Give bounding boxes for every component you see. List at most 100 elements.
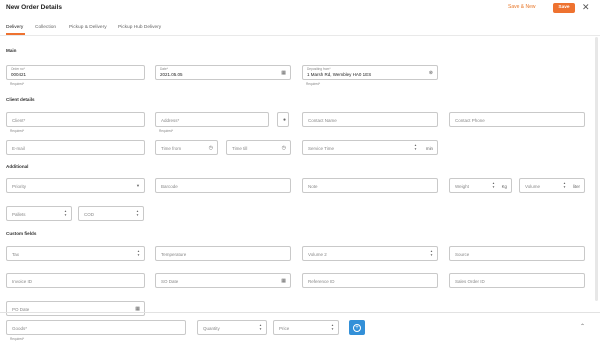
depot-helper: Required* [306, 82, 321, 86]
quantity-field[interactable]: Quantity ▲ ▼ [197, 320, 267, 335]
stepper-icon[interactable]: ▲ ▼ [137, 249, 140, 257]
tax-field[interactable]: Tax ▲ ▼ [6, 246, 145, 261]
stepper-icon[interactable]: ▲ ▼ [563, 181, 566, 189]
save-and-new-button[interactable]: Save & New [508, 4, 536, 10]
chevron-up-icon[interactable]: ⌃ [580, 323, 585, 330]
footer-divider [0, 312, 600, 313]
depot-field[interactable]: Depositing from* 1 Marsh Rd, Wembley HA0… [302, 65, 438, 80]
volume-2-field[interactable]: Volume 2 ▲ ▼ [302, 246, 438, 261]
stepper-icon[interactable]: ▲ ▼ [136, 209, 139, 217]
stepper-icon[interactable]: ▲ ▼ [331, 323, 334, 331]
volume-placeholder: Volume [525, 183, 541, 189]
priority-placeholder: Priority [12, 183, 27, 189]
time-from-placeholder: Time from [161, 145, 182, 151]
stepper-icon[interactable]: ▲ ▼ [430, 249, 433, 257]
weight-unit: Kg [501, 183, 507, 189]
temperature-placeholder: Temperature [161, 251, 187, 257]
close-icon[interactable]: ✕ [582, 2, 590, 12]
map-pin-icon: ● [282, 117, 286, 123]
tax-placeholder: Tax [12, 251, 20, 257]
clock-icon[interactable]: ◷ [282, 144, 286, 152]
goods-field[interactable]: Goods* [6, 320, 186, 335]
client-helper: Required* [10, 129, 25, 133]
so-date-placeholder: SO Date [161, 278, 179, 284]
stepper-icon[interactable]: ▲ ▼ [64, 209, 67, 217]
volume-unit: liter [572, 183, 580, 189]
tab-pickup-hub-delivery[interactable]: Pickup Hub Delivery [118, 25, 161, 30]
reference-id-field[interactable]: Reference ID [302, 273, 438, 288]
barcode-field[interactable]: Barcode [155, 178, 291, 193]
tab-collection[interactable]: Collection [35, 25, 56, 30]
order-no-field[interactable]: Order no* 000421 [6, 65, 145, 80]
date-label: Date* [160, 67, 168, 71]
section-custom-title: Custom fields [6, 231, 37, 236]
goods-placeholder: Goods* [12, 325, 28, 331]
add-goods-button[interactable]: + [349, 320, 365, 335]
priority-select[interactable]: Priority ▼ [6, 178, 145, 193]
cod-placeholder: COD [84, 211, 94, 217]
volume-2-placeholder: Volume 2 [308, 251, 327, 257]
chevron-down-icon: ▼ [136, 183, 140, 188]
service-time-placeholder: Service Time [308, 145, 335, 151]
temperature-field[interactable]: Temperature [155, 246, 291, 261]
cod-field[interactable]: COD ▲ ▼ [78, 206, 144, 221]
contact-name-field[interactable]: Contact Name [302, 112, 438, 127]
date-field[interactable]: Date* 2021.05.05 ▦ [155, 65, 291, 80]
note-field[interactable]: Note [302, 178, 438, 193]
volume-field[interactable]: Volume ▲ ▼ liter [519, 178, 585, 193]
sales-order-id-field[interactable]: Sales Order ID [449, 273, 585, 288]
email-field[interactable]: E-mail [6, 140, 145, 155]
clear-icon[interactable]: ⊗ [429, 69, 433, 77]
service-time-unit: min [425, 145, 433, 151]
section-main-title: Main [6, 48, 17, 53]
barcode-placeholder: Barcode [161, 183, 178, 189]
depot-label: Depositing from* [307, 67, 331, 71]
tabs-divider [0, 35, 600, 36]
reference-id-placeholder: Reference ID [308, 278, 335, 284]
stepper-icon[interactable]: ▲ ▼ [492, 181, 495, 189]
po-date-field[interactable]: PO Date ▦ [6, 301, 145, 316]
contact-name-placeholder: Contact Name [308, 117, 337, 123]
time-from-field[interactable]: Time from ◷ [155, 140, 218, 155]
client-placeholder: Client* [12, 117, 26, 123]
po-date-placeholder: PO Date [12, 306, 30, 312]
contact-phone-placeholder: Contact Phone [455, 117, 485, 123]
scrollbar[interactable] [595, 37, 598, 301]
invoice-id-field[interactable]: Invoice ID [6, 273, 145, 288]
calendar-icon[interactable]: ▦ [281, 277, 286, 285]
depot-value: 1 Marsh Rd, Wembley HA0 1ES [307, 72, 372, 77]
address-helper: Required* [159, 129, 174, 133]
tab-pickup-delivery[interactable]: Pickup & Delivery [69, 25, 107, 30]
tab-delivery[interactable]: Delivery [6, 25, 23, 30]
weight-field[interactable]: Weight ▲ ▼ Kg [449, 178, 512, 193]
source-placeholder: Source [455, 251, 470, 257]
pallets-field[interactable]: Pallets ▲ ▼ [6, 206, 72, 221]
date-value: 2021.05.05 [160, 72, 183, 77]
source-field[interactable]: Source [449, 246, 585, 261]
note-placeholder: Note [308, 183, 318, 189]
sales-order-id-placeholder: Sales Order ID [455, 278, 485, 284]
client-field[interactable]: Client* [6, 112, 145, 127]
contact-phone-field[interactable]: Contact Phone [449, 112, 585, 127]
weight-placeholder: Weight [455, 183, 469, 189]
stepper-icon[interactable]: ▲ ▼ [414, 143, 417, 151]
order-no-label: Order no* [11, 67, 25, 71]
price-field[interactable]: Price ▲ ▼ [273, 320, 339, 335]
address-field[interactable]: Address* [155, 112, 269, 127]
price-placeholder: Price [279, 325, 290, 331]
map-pin-button[interactable]: ● [277, 112, 289, 127]
so-date-field[interactable]: SO Date ▦ [155, 273, 291, 288]
section-additional-title: Additional [6, 164, 29, 169]
page-title: New Order Details [6, 4, 62, 11]
clock-icon[interactable]: ◷ [209, 144, 213, 152]
save-button[interactable]: Save [553, 3, 575, 13]
service-time-field[interactable]: Service Time ▲ ▼ min [302, 140, 438, 155]
section-client-title: Client details [6, 97, 35, 102]
time-till-placeholder: Time till [232, 145, 248, 151]
time-till-field[interactable]: Time till ◷ [226, 140, 291, 155]
plus-icon: + [353, 323, 361, 332]
order-no-helper: Required* [10, 82, 25, 86]
goods-helper: Required* [10, 337, 25, 341]
calendar-icon[interactable]: ▦ [281, 69, 286, 77]
stepper-icon[interactable]: ▲ ▼ [259, 323, 262, 331]
